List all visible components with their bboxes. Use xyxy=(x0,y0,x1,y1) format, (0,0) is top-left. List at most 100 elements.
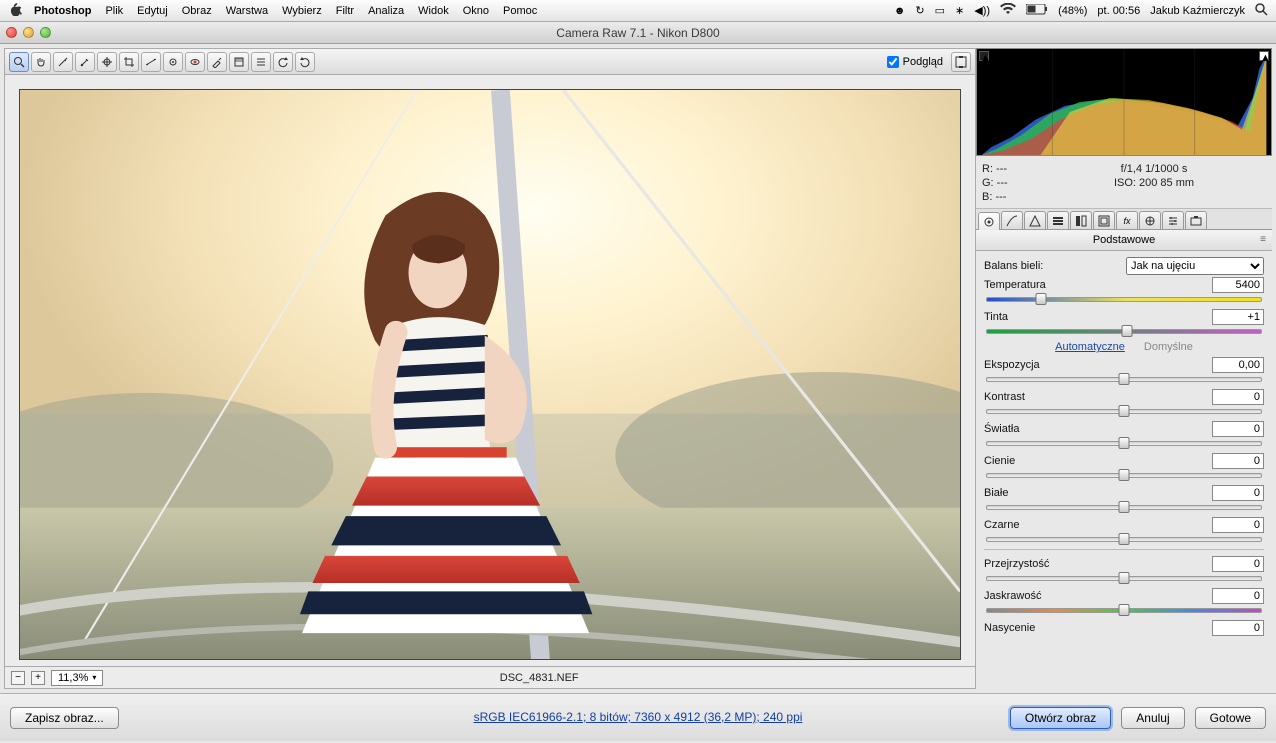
menu-filtr[interactable]: Filtr xyxy=(336,5,354,17)
menu-plik[interactable]: Plik xyxy=(105,5,123,17)
panel-menu-icon[interactable]: ≡ xyxy=(1260,234,1266,245)
tab-detail[interactable] xyxy=(1024,211,1046,229)
whites-slider[interactable] xyxy=(986,503,1262,511)
blacks-value[interactable]: 0 xyxy=(1212,517,1264,533)
preview-toggle[interactable]: Podgląd xyxy=(887,56,943,68)
redeye-tool[interactable] xyxy=(185,52,205,72)
tab-snapshots[interactable] xyxy=(1185,211,1207,229)
close-window-button[interactable] xyxy=(6,27,17,38)
menu-warstwa[interactable]: Warstwa xyxy=(226,5,268,17)
highlights-label: Światła xyxy=(984,423,1206,435)
tab-hsl[interactable] xyxy=(1047,211,1069,229)
tint-slider[interactable] xyxy=(986,327,1262,335)
menu-analiza[interactable]: Analiza xyxy=(368,5,404,17)
tint-label: Tinta xyxy=(984,311,1206,323)
hand-tool[interactable] xyxy=(31,52,51,72)
sync-icon[interactable]: ↻ xyxy=(915,4,924,17)
battery-pct: (48%) xyxy=(1058,5,1087,17)
adjustment-brush-tool[interactable] xyxy=(207,52,227,72)
panel-tabs: fx xyxy=(976,209,1272,230)
tab-calib[interactable] xyxy=(1139,211,1161,229)
temperature-value[interactable]: 5400 xyxy=(1212,277,1264,293)
crop-tool[interactable] xyxy=(119,52,139,72)
readout-g: G: --- xyxy=(982,176,1042,190)
tab-basic[interactable] xyxy=(978,212,1000,230)
shadow-clip-icon[interactable]: ▲ xyxy=(979,51,989,61)
tab-presets[interactable] xyxy=(1162,211,1184,229)
color-sampler-tool[interactable] xyxy=(75,52,95,72)
saturation-value[interactable]: 0 xyxy=(1212,620,1264,636)
wb-select[interactable]: Jak na ujęciu xyxy=(1126,257,1264,275)
tab-curve[interactable] xyxy=(1001,211,1023,229)
image-preview[interactable] xyxy=(19,89,961,660)
menu-wybierz[interactable]: Wybierz xyxy=(282,5,322,17)
battery-icon[interactable] xyxy=(1026,4,1048,18)
exif-exposure: f/1,4 1/1000 s xyxy=(1042,162,1266,176)
clarity-slider[interactable] xyxy=(986,574,1262,582)
zoom-in-button[interactable]: + xyxy=(31,671,45,685)
tint-value[interactable]: +1 xyxy=(1212,309,1264,325)
shadows-value[interactable]: 0 xyxy=(1212,453,1264,469)
shadows-label: Cienie xyxy=(984,455,1206,467)
zoom-window-button[interactable] xyxy=(40,27,51,38)
straighten-tool[interactable] xyxy=(141,52,161,72)
wb-tool[interactable] xyxy=(53,52,73,72)
preview-label: Podgląd xyxy=(903,56,943,68)
zoom-level-select[interactable]: 11,3% ▾ xyxy=(51,670,103,686)
tab-fx[interactable]: fx xyxy=(1116,211,1138,229)
clock[interactable]: pt. 00:56 xyxy=(1097,5,1140,17)
exposure-label: Ekspozycja xyxy=(984,359,1206,371)
workflow-options-link[interactable]: sRGB IEC61966-2.1; 8 bitów; 7360 x 4912 … xyxy=(474,710,803,724)
menu-pomoc[interactable]: Pomoc xyxy=(503,5,537,17)
temperature-slider[interactable] xyxy=(986,295,1262,303)
menu-edytuj[interactable]: Edytuj xyxy=(137,5,168,17)
saturation-label: Nasycenie xyxy=(984,622,1206,634)
rotate-cw-button[interactable] xyxy=(295,52,315,72)
menu-obraz[interactable]: Obraz xyxy=(182,5,212,17)
contrast-slider[interactable] xyxy=(986,407,1262,415)
highlight-clip-icon[interactable]: ▲ xyxy=(1259,51,1269,61)
rotate-ccw-button[interactable] xyxy=(273,52,293,72)
contrast-value[interactable]: 0 xyxy=(1212,389,1264,405)
blacks-slider[interactable] xyxy=(986,535,1262,543)
preview-checkbox[interactable] xyxy=(887,56,899,68)
histogram[interactable]: ▲ ▲ xyxy=(976,48,1272,156)
exposure-slider[interactable] xyxy=(986,375,1262,383)
highlights-value[interactable]: 0 xyxy=(1212,421,1264,437)
target-adjust-tool[interactable] xyxy=(97,52,117,72)
menu-app[interactable]: Photoshop xyxy=(34,5,91,17)
whites-label: Białe xyxy=(984,487,1206,499)
menu-widok[interactable]: Widok xyxy=(418,5,449,17)
highlights-slider[interactable] xyxy=(986,439,1262,447)
vibrance-slider[interactable] xyxy=(986,606,1262,614)
exposure-value[interactable]: 0,00 xyxy=(1212,357,1264,373)
shadows-slider[interactable] xyxy=(986,471,1262,479)
user-name[interactable]: Jakub Kaźmierczyk xyxy=(1150,5,1245,17)
clarity-value[interactable]: 0 xyxy=(1212,556,1264,572)
spotlight-icon[interactable] xyxy=(1255,3,1268,19)
zoom-tool[interactable] xyxy=(9,52,29,72)
minimize-window-button[interactable] xyxy=(23,27,34,38)
face-icon[interactable]: ☻ xyxy=(894,5,906,17)
spot-removal-tool[interactable] xyxy=(163,52,183,72)
zoom-out-button[interactable]: − xyxy=(11,671,25,685)
default-link[interactable]: Domyślne xyxy=(1144,341,1193,353)
preferences-button[interactable] xyxy=(251,52,271,72)
volume-icon[interactable]: ◀)) xyxy=(974,4,990,17)
wifi-icon[interactable] xyxy=(1000,3,1016,18)
zoom-bar: − + 11,3% ▾ DSC_4831.NEF xyxy=(5,666,975,688)
exif-readout: R: --- G: --- B: --- f/1,4 1/1000 s ISO:… xyxy=(976,158,1272,209)
bluetooth-icon[interactable]: ∗ xyxy=(955,4,964,17)
graduated-filter-tool[interactable] xyxy=(229,52,249,72)
tab-split[interactable] xyxy=(1070,211,1092,229)
apple-menu-icon[interactable] xyxy=(8,2,22,19)
vibrance-value[interactable]: 0 xyxy=(1212,588,1264,604)
auto-link[interactable]: Automatyczne xyxy=(1055,341,1125,353)
tab-lens[interactable] xyxy=(1093,211,1115,229)
fullscreen-button[interactable] xyxy=(951,52,971,72)
menu-okno[interactable]: Okno xyxy=(463,5,489,17)
macos-menubar: Photoshop Plik Edytuj Obraz Warstwa Wybi… xyxy=(0,0,1276,22)
blacks-label: Czarne xyxy=(984,519,1206,531)
display-icon[interactable]: ▭ xyxy=(935,4,945,17)
whites-value[interactable]: 0 xyxy=(1212,485,1264,501)
